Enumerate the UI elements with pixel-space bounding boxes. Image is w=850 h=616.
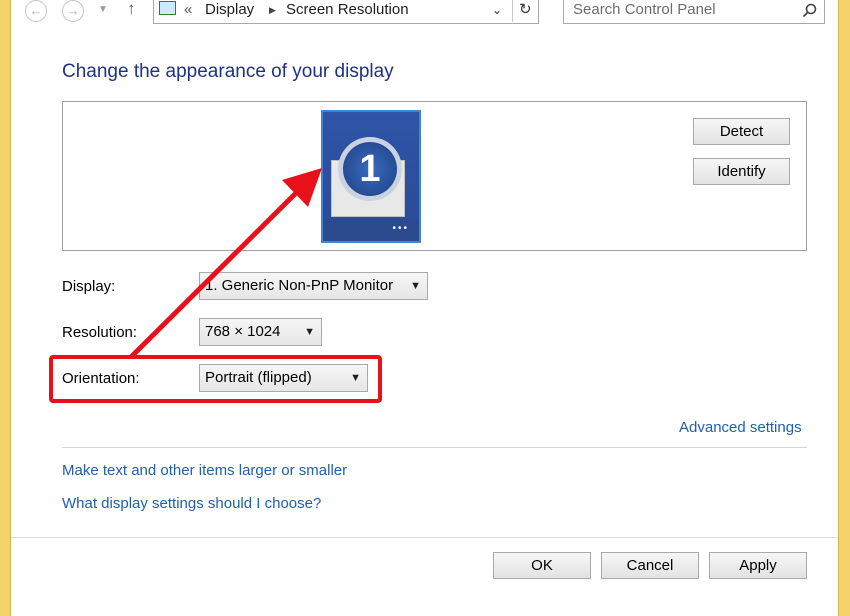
annotation-arrow [129, 168, 322, 359]
